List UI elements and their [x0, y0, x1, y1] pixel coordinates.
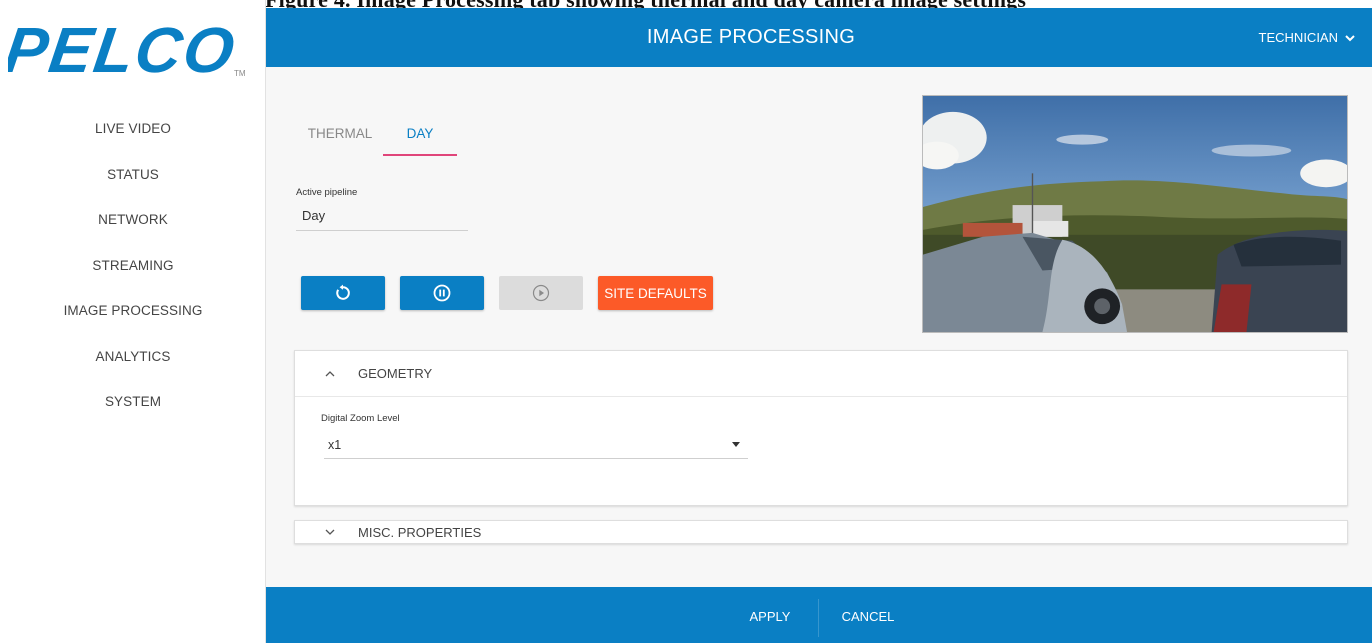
cancel-button[interactable]: CANCEL	[824, 587, 912, 643]
sidebar-nav: LIVE VIDEO STATUS NETWORK STREAMING IMAG…	[0, 106, 266, 425]
header-bar: IMAGE PROCESSING TECHNICIAN	[266, 8, 1372, 67]
play-circle-icon	[532, 284, 550, 302]
dropdown-caret-icon	[732, 442, 740, 447]
pause-button[interactable]	[400, 276, 484, 310]
main-content: THERMAL DAY Active pipeline Day SITE DEF…	[266, 67, 1372, 587]
svg-text:TM: TM	[234, 69, 246, 78]
refresh-icon	[336, 284, 350, 300]
user-role-label: TECHNICIAN	[1258, 30, 1338, 45]
play-button[interactable]	[499, 276, 583, 310]
page-title: IMAGE PROCESSING	[646, 26, 856, 48]
sidebar-item-streaming[interactable]: STREAMING	[0, 243, 266, 289]
sidebar-item-live-video[interactable]: LIVE VIDEO	[0, 106, 266, 152]
footer-divider	[818, 599, 819, 637]
active-pipeline-field: Active pipeline Day	[296, 187, 468, 231]
chevron-up-icon	[325, 370, 335, 376]
sidebar-item-network[interactable]: NETWORK	[0, 197, 266, 243]
sidebar-item-analytics[interactable]: ANALYTICS	[0, 334, 266, 380]
svg-text:PELCO: PELCO	[8, 16, 241, 80]
footer-bar: APPLY CANCEL	[266, 587, 1372, 643]
geometry-panel-header[interactable]: GEOMETRY	[295, 351, 1347, 397]
geometry-panel: GEOMETRY Digital Zoom Level x1	[294, 350, 1348, 506]
user-menu[interactable]: TECHNICIAN	[1259, 8, 1356, 67]
apply-button[interactable]: APPLY	[726, 587, 814, 643]
tab-day[interactable]: DAY	[380, 123, 460, 156]
sidebar-item-system[interactable]: SYSTEM	[0, 379, 266, 425]
misc-properties-panel: MISC. PROPERTIES	[294, 520, 1348, 544]
camera-tabs: THERMAL DAY	[300, 123, 460, 156]
camera-preview	[922, 95, 1348, 333]
digital-zoom-select[interactable]: x1	[324, 435, 748, 459]
active-pipeline-value: Day	[296, 208, 468, 231]
tab-thermal[interactable]: THERMAL	[300, 123, 380, 156]
chevron-down-icon	[1345, 34, 1355, 41]
sidebar-item-status[interactable]: STATUS	[0, 152, 266, 198]
misc-properties-header[interactable]: MISC. PROPERTIES	[295, 521, 1347, 543]
misc-properties-title: MISC. PROPERTIES	[358, 524, 482, 540]
geometry-title: GEOMETRY	[358, 366, 433, 381]
caption-text: Figure 4. Image Processing tab showing t…	[265, 0, 1026, 8]
digital-zoom-value: x1	[328, 438, 342, 452]
pelco-logo: PELCO TM	[8, 16, 246, 80]
reset-button[interactable]	[301, 276, 385, 310]
sidebar: PELCO TM LIVE VIDEO STATUS NETWORK STREA…	[0, 0, 266, 643]
active-pipeline-label: Active pipeline	[296, 187, 358, 198]
chevron-down-icon	[325, 529, 335, 535]
site-defaults-button[interactable]: SITE DEFAULTS	[598, 276, 713, 310]
pause-circle-icon	[433, 284, 451, 302]
sidebar-item-image-processing[interactable]: IMAGE PROCESSING	[0, 288, 266, 334]
digital-zoom-label: Digital Zoom Level	[321, 413, 400, 424]
